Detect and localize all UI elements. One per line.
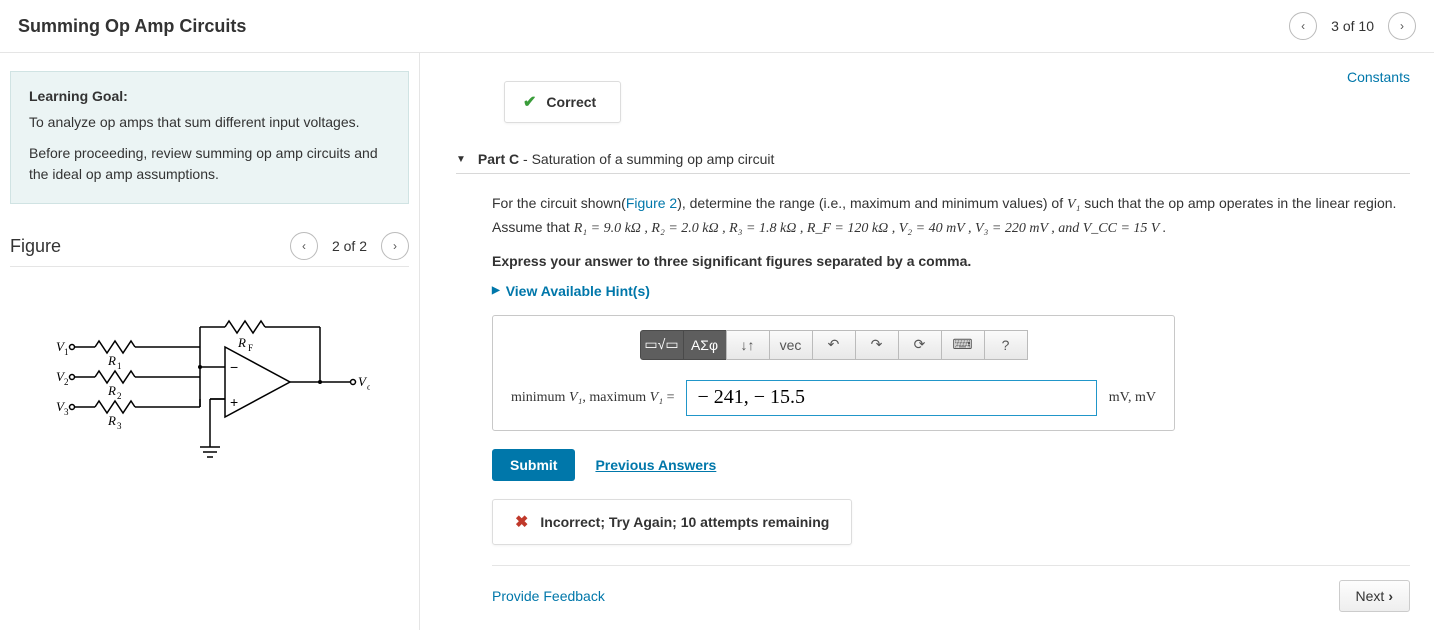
footer-row: Provide Feedback Next › [492,565,1410,612]
constants-link[interactable]: Constants [1347,69,1410,85]
page-nav: ‹ 3 of 10 › [1289,12,1416,40]
question-text: For the circuit shown(Figure 2), determi… [492,192,1410,241]
previous-answers-link[interactable]: Previous Answers [595,457,716,473]
svg-text:o: o [367,382,370,392]
answer-row: minimum V₁, maximum V₁ = mV, mV [511,380,1156,416]
vec-button[interactable]: vec [769,330,813,360]
reset-button[interactable]: ⟳ [898,330,942,360]
cross-icon: ✖ [515,512,528,532]
svg-text:+: + [230,394,238,410]
help-button[interactable]: ? [984,330,1028,360]
answer-box: ▭√▭ ΑΣφ ↓↑ vec ↶ ↷ ⟳ ⌨ ? minimum V₁, max… [492,315,1175,431]
learning-goal-box: Learning Goal: To analyze op amps that s… [10,71,409,204]
page-title: Summing Op Amp Circuits [18,16,246,37]
figure-header: Figure ‹ 2 of 2 › [10,232,409,267]
svg-text:R: R [107,383,116,398]
svg-text:2: 2 [117,391,122,401]
learning-goal-p2: Before proceeding, review summing op amp… [29,143,390,185]
left-panel: Learning Goal: To analyze op amps that s… [0,53,420,630]
caret-down-icon: ▼ [456,154,466,165]
submit-row: Submit Previous Answers [492,449,1410,481]
express-instruction: Express your answer to three significant… [492,253,1410,269]
next-button[interactable]: Next › [1339,580,1410,612]
caret-right-icon: ▶ [492,285,500,296]
svg-text:F: F [248,343,253,353]
incorrect-text: Incorrect; Try Again; 10 attempts remain… [540,514,829,530]
svg-text:2: 2 [64,377,69,387]
svg-text:1: 1 [64,347,69,357]
opamp-svg: .w { stroke:#000; stroke-width:1.5; fill… [50,307,370,487]
learning-goal-title: Learning Goal: [29,88,390,104]
part-title: - Saturation of a summing op amp circuit [519,151,774,167]
answer-input[interactable] [686,380,1096,416]
answer-units: mV, mV [1109,390,1156,406]
prev-page-button[interactable]: ‹ [1289,12,1317,40]
figure-next-button[interactable]: › [381,232,409,260]
keyboard-button[interactable]: ⌨ [941,330,985,360]
svg-text:R: R [107,413,116,428]
templates-button[interactable]: ▭√▭ [640,330,684,360]
greek-button[interactable]: ΑΣφ [683,330,727,360]
part-header[interactable]: ▼ Part C - Saturation of a summing op am… [456,151,1410,174]
svg-text:−: − [230,359,238,375]
header: Summing Op Amp Circuits ‹ 3 of 10 › [0,0,1434,53]
learning-goal-p1: To analyze op amps that sum different in… [29,112,390,133]
circuit-diagram: .w { stroke:#000; stroke-width:1.5; fill… [10,297,409,497]
page-count: 3 of 10 [1325,18,1380,34]
figure-link[interactable]: Figure 2 [626,195,677,211]
svg-text:R: R [107,353,116,368]
chevron-right-icon: › [1388,588,1393,604]
figure-nav: ‹ 2 of 2 › [290,232,409,260]
svg-text:3: 3 [117,421,122,431]
correct-text: Correct [546,94,596,110]
check-icon: ✔ [523,92,536,112]
figure-prev-button[interactable]: ‹ [290,232,318,260]
svg-text:3: 3 [64,407,69,417]
submit-button[interactable]: Submit [492,449,575,481]
svg-text:1: 1 [117,361,122,371]
part-label: Part C [478,151,519,167]
figure-page: 2 of 2 [326,238,373,254]
redo-button[interactable]: ↷ [855,330,899,360]
right-panel: Constants ✔ Correct ▼ Part C - Saturatio… [420,53,1434,630]
answer-label: minimum V₁, maximum V₁ = [511,390,674,406]
equation-toolbar: ▭√▭ ΑΣφ ↓↑ vec ↶ ↷ ⟳ ⌨ ? [511,330,1156,360]
next-page-button[interactable]: › [1388,12,1416,40]
hints-toggle[interactable]: ▶ View Available Hint(s) [492,283,1410,299]
subsup-button[interactable]: ↓↑ [726,330,770,360]
undo-button[interactable]: ↶ [812,330,856,360]
provide-feedback-link[interactable]: Provide Feedback [492,588,605,604]
svg-text:R: R [237,335,246,350]
correct-banner: ✔ Correct [504,81,621,123]
incorrect-banner: ✖ Incorrect; Try Again; 10 attempts rema… [492,499,852,545]
figure-title: Figure [10,236,61,257]
